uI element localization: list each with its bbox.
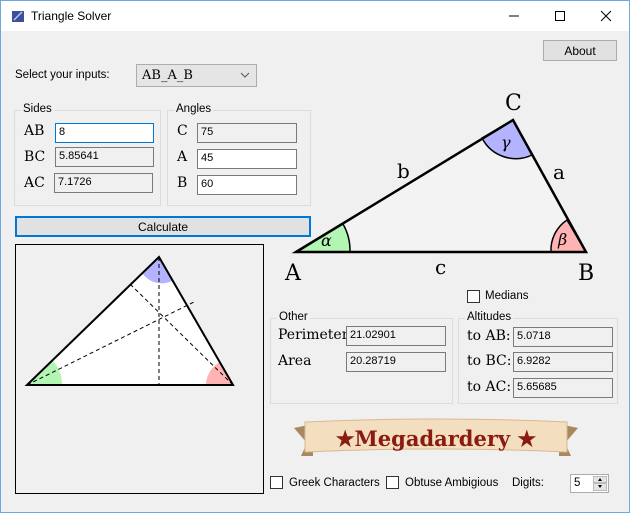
side-b-label: b	[397, 159, 410, 183]
arrow-down-icon	[598, 485, 602, 488]
banner-text: ★Megadardery ★	[336, 426, 537, 451]
side-bc-input[interactable]: 5.85641	[55, 147, 154, 167]
triangle-preview	[15, 244, 264, 494]
select-inputs-label: Select your inputs:	[15, 69, 110, 81]
other-group-title: Other	[277, 311, 310, 323]
beta-label: β	[557, 230, 567, 249]
angle-b-label: B	[177, 175, 188, 191]
calculate-button[interactable]: Calculate	[15, 216, 311, 237]
digits-spinbox[interactable]: 5	[570, 474, 609, 493]
greek-characters-checkbox[interactable]	[270, 476, 283, 489]
altitudes-group-title: Altitudes	[465, 311, 514, 323]
input-mode-value: AB_A_B	[142, 68, 193, 83]
digits-label: Digits:	[512, 477, 544, 489]
side-c-label: c	[435, 255, 446, 279]
title-bar: Triangle Solver	[1, 1, 629, 31]
digits-value: 5	[574, 477, 581, 489]
about-button[interactable]: About	[543, 40, 617, 61]
minimize-button[interactable]	[491, 1, 537, 31]
side-ab-label: AB	[24, 123, 45, 139]
perimeter-output[interactable]: 21.02901	[346, 326, 446, 346]
side-bc-label: BC	[24, 149, 46, 165]
side-ab-input[interactable]: 8	[55, 123, 154, 143]
megadardery-banner[interactable]: ★Megadardery ★	[291, 416, 581, 464]
altitude-ab-label: to AB:	[467, 328, 511, 344]
area-output[interactable]: 20.28719	[346, 352, 446, 372]
digits-increment-button[interactable]	[593, 476, 607, 483]
alpha-label: α	[321, 231, 332, 250]
preview-triangle-svg	[24, 255, 235, 386]
digits-decrement-button[interactable]	[593, 483, 607, 491]
app-icon	[12, 11, 24, 22]
window-title: Triangle Solver	[31, 9, 112, 23]
maximize-button[interactable]	[537, 1, 583, 31]
vertex-b-label: B	[578, 261, 594, 286]
medians-label: Medians	[485, 290, 529, 302]
input-mode-select[interactable]: AB_A_B	[136, 64, 257, 87]
angles-group-title: Angles	[174, 103, 214, 115]
obtuse-ambiguous-checkbox[interactable]	[386, 476, 399, 489]
triangle-diagram: α β γ A B C b a c	[284, 91, 594, 286]
gamma-label: γ	[501, 133, 511, 152]
altitude-bc-label: to BC:	[467, 353, 512, 369]
app-window: Triangle Solver About Select your inputs…	[0, 0, 630, 513]
minimize-icon	[509, 15, 519, 17]
angle-c-label: C	[177, 123, 188, 139]
vertex-a-label: A	[284, 261, 302, 286]
close-button[interactable]	[583, 1, 629, 31]
angle-a-label: A	[177, 149, 188, 165]
medians-checkbox[interactable]	[467, 290, 480, 303]
altitude-ac-label: to AC:	[467, 379, 512, 395]
preview-triangle-fill	[27, 257, 233, 385]
perimeter-label: Perimeter	[278, 327, 349, 343]
sides-group-title: Sides	[21, 103, 54, 115]
close-icon	[600, 10, 612, 22]
area-label: Area	[278, 353, 312, 369]
vertex-c-label: C	[505, 91, 522, 116]
side-ac-label: AC	[24, 175, 45, 191]
chevron-down-icon	[240, 72, 250, 78]
altitude-bc-output[interactable]: 6.9282	[513, 352, 613, 372]
maximize-icon	[555, 11, 565, 21]
arrow-up-icon	[598, 478, 602, 481]
side-a-label: a	[553, 160, 565, 184]
obtuse-ambiguous-label: Obtuse Ambigious	[405, 477, 499, 489]
altitude-ac-output[interactable]: 5.65685	[513, 378, 613, 398]
greek-characters-label: Greek Characters	[289, 477, 380, 489]
altitude-ab-output[interactable]: 5.0718	[513, 327, 613, 347]
side-ac-input[interactable]: 7.1726	[54, 173, 153, 193]
